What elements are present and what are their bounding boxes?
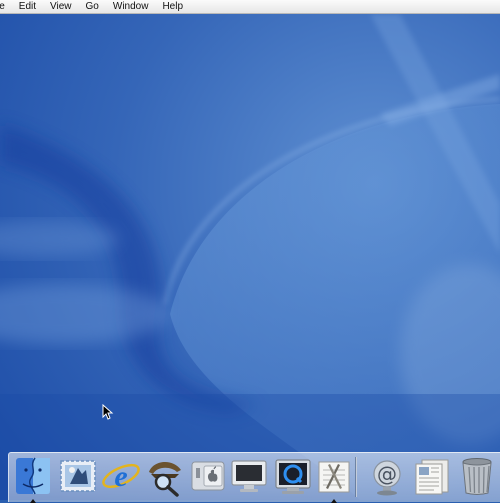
dock-item-sherlock[interactable] [143, 454, 187, 498]
mail-icon [60, 460, 96, 492]
quicktime-icon [275, 459, 311, 494]
dock-item-textedit[interactable] [312, 454, 356, 503]
menu-bar: le Edit View Go Window Help [0, 0, 500, 14]
desktop[interactable] [0, 14, 500, 500]
svg-text:e: e [114, 460, 127, 493]
dock-item-monitor[interactable] [227, 454, 271, 498]
dock-item-documents[interactable] [410, 454, 454, 498]
dock-item-trash[interactable] [455, 454, 499, 498]
dock-item-mail[interactable] [56, 454, 100, 498]
documents-icon [415, 459, 449, 495]
menu-application[interactable]: le [0, 0, 12, 14]
dock-item-system-preferences[interactable] [186, 454, 230, 498]
dock-item-quicktime-player[interactable] [271, 454, 315, 498]
internet-explorer-icon: e [102, 460, 140, 493]
menu-edit[interactable]: Edit [12, 0, 43, 14]
svg-text:@: @ [377, 462, 397, 486]
mouse-cursor-icon [102, 404, 114, 420]
desktop-wallpaper [0, 14, 500, 500]
monitor-icon [231, 460, 267, 492]
dock-item-email[interactable]: @ [365, 454, 409, 498]
finder-icon [16, 457, 50, 495]
menu-go[interactable]: Go [79, 0, 106, 14]
sherlock-icon [149, 461, 181, 497]
dock-item-finder[interactable] [11, 454, 55, 503]
dock-item-internet-explorer[interactable]: e [99, 454, 143, 498]
menu-help[interactable]: Help [155, 0, 190, 14]
trash-icon [462, 458, 492, 495]
system-preferences-icon [191, 461, 225, 491]
textedit-icon [318, 461, 350, 493]
menu-window[interactable]: Window [106, 0, 156, 14]
menu-view[interactable]: View [43, 0, 79, 14]
dock: e @ [8, 452, 500, 503]
email-globe-icon: @ [373, 460, 401, 496]
dock-divider [355, 457, 357, 497]
